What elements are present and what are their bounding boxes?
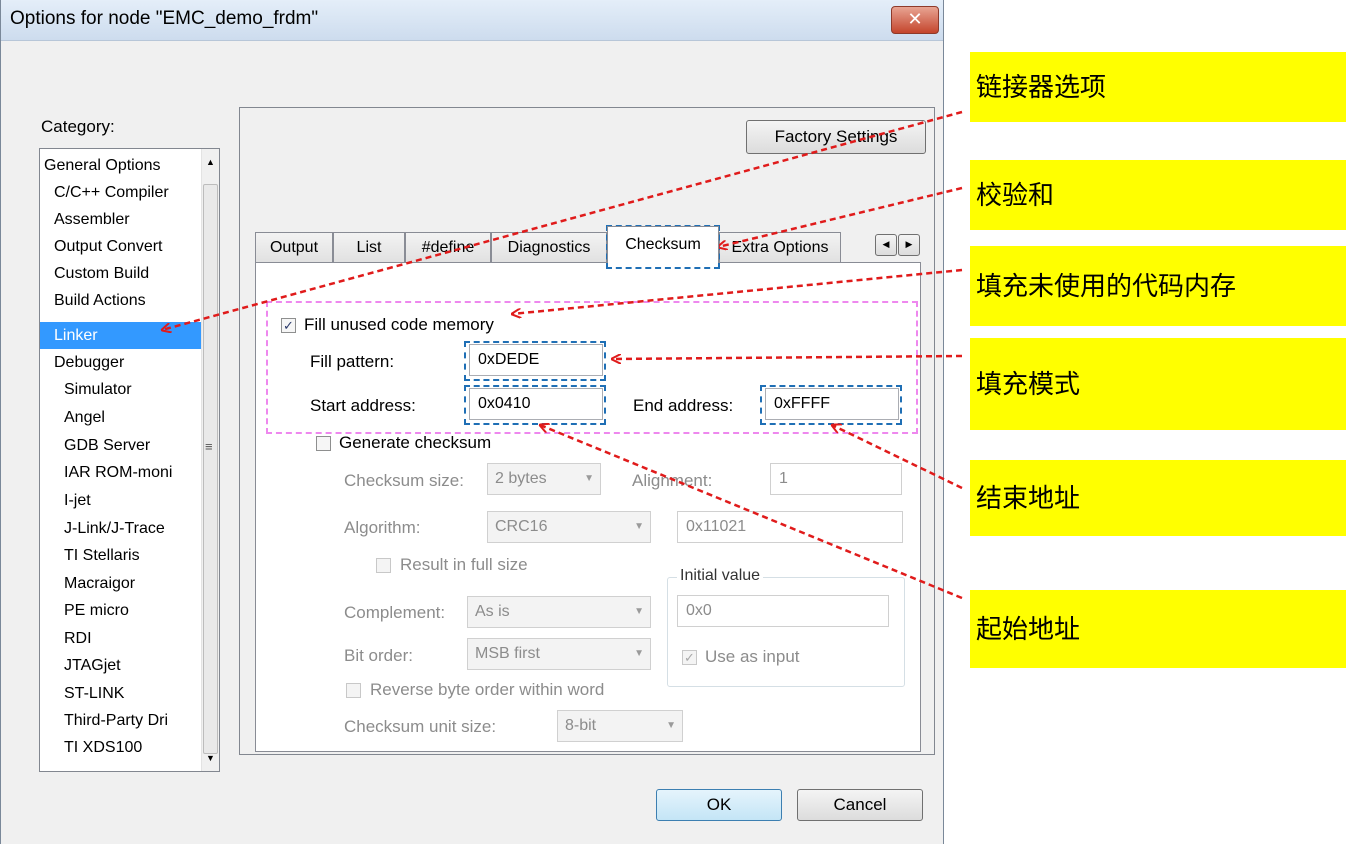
annotation-arrows <box>0 110 963 600</box>
tab-checksum[interactable]: Checksum <box>607 226 719 263</box>
arrow-end-address <box>832 425 963 490</box>
arrow-fill-unused <box>512 268 963 314</box>
arrow-linker <box>162 110 963 330</box>
arrow-fill-pattern <box>612 356 963 359</box>
arrow-start-address <box>540 425 963 600</box>
arrow-checksum <box>718 186 963 247</box>
